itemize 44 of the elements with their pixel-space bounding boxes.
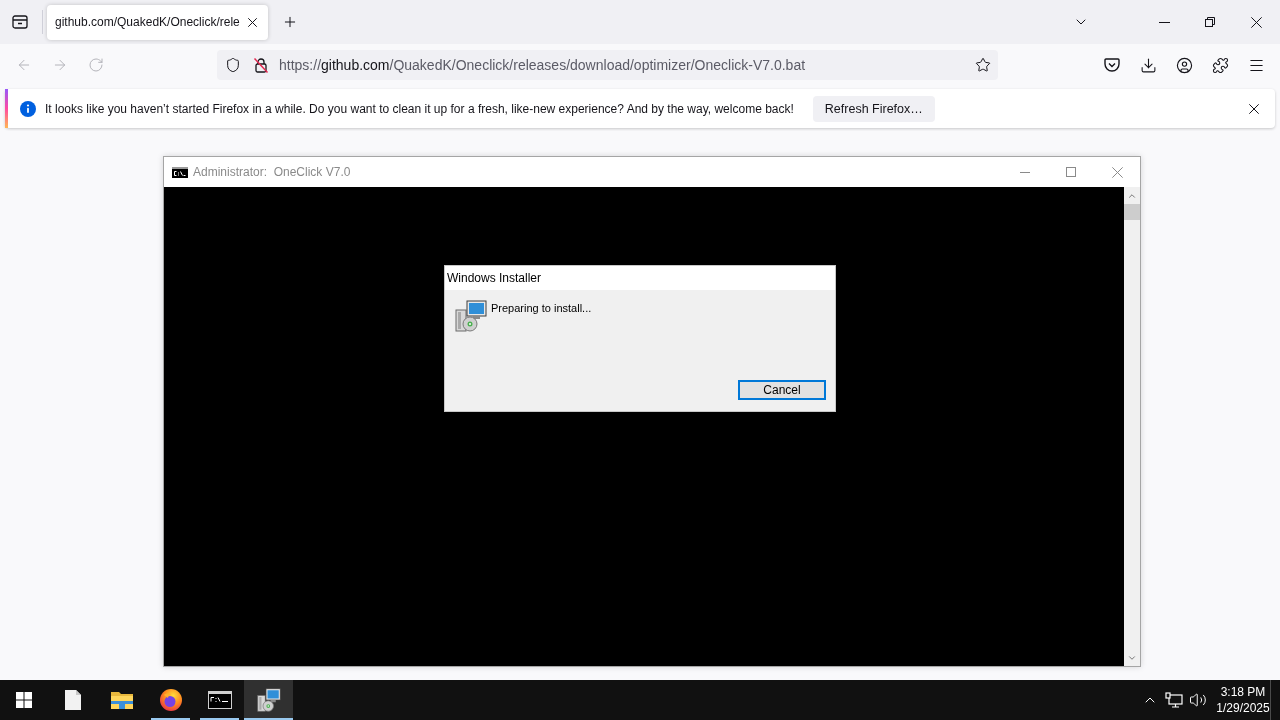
scrollbar[interactable] — [1124, 187, 1140, 666]
download-icon — [1139, 56, 1157, 74]
clock-date: 1/29/2025 — [1216, 700, 1270, 716]
installer-icon — [455, 300, 487, 332]
network-icon — [1165, 692, 1183, 708]
window-title: Administrator: OneClick V7.0 — [193, 165, 351, 179]
clock-time: 3:18 PM — [1220, 684, 1266, 700]
account-icon — [1175, 56, 1193, 74]
plus-icon — [282, 14, 298, 30]
maximize-icon — [1066, 167, 1076, 177]
info-icon — [20, 100, 36, 117]
terminal-icon — [207, 691, 232, 709]
reload-icon — [88, 57, 104, 73]
pocket-icon — [1104, 57, 1120, 73]
windows-logo-icon — [16, 692, 32, 708]
refresh-firefox-button[interactable]: Refresh Firefox… — [812, 95, 935, 122]
notification-message: It looks like you haven’t started Firefox in a while. Do you want to clean it up for a fresh, like-new experience? And by the way, welcome back! — [45, 101, 794, 116]
star-icon — [975, 57, 991, 73]
minimize-icon — [1020, 171, 1030, 173]
tray-icon — [12, 15, 28, 29]
restore-icon — [1205, 17, 1215, 27]
browser-icon — [159, 689, 182, 711]
taskbar-button[interactable] — [244, 680, 293, 720]
close-icon — [1249, 103, 1259, 114]
blank-file-icon — [64, 690, 81, 710]
puzzle-icon — [1211, 56, 1229, 74]
arrow-right-icon — [52, 57, 68, 73]
minimize-icon — [1158, 21, 1170, 23]
shield-icon — [225, 57, 241, 73]
bookmark-button[interactable] — [975, 57, 991, 73]
dialog-message: Preparing to install... — [491, 302, 592, 314]
folder-icon — [110, 691, 133, 709]
scrollbar-thumb[interactable] — [1124, 204, 1140, 220]
dialog-title: Windows Installer — [447, 271, 542, 285]
browser-tab[interactable]: github.com/QuakedK/Oneclick/rele — [47, 4, 268, 40]
installer-icon — [256, 688, 281, 712]
address-bar[interactable]: https://github.com/QuakedK/Oneclick/releases/download/optimizer/Oneclick-V7.0.bat — [217, 50, 998, 80]
url-text: https://github.com/QuakedK/Oneclick/releases/download/optimizer/Oneclick-V7.0.bat — [279, 57, 807, 73]
close-icon — [1251, 16, 1262, 28]
close-icon — [1111, 166, 1123, 178]
volume-icon — [1189, 691, 1207, 709]
close-icon — [247, 17, 257, 27]
cancel-button[interactable]: Cancel — [738, 380, 826, 400]
console-icon — [172, 166, 188, 178]
